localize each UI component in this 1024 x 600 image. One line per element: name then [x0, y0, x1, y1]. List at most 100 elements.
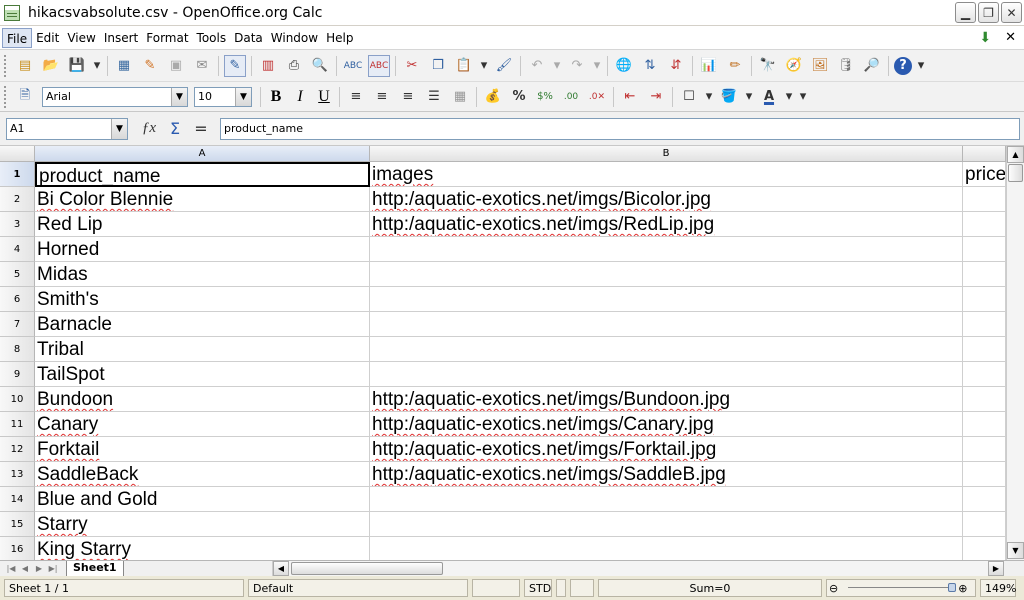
- cut-icon[interactable]: ✂: [401, 55, 423, 77]
- cell-a4[interactable]: Horned: [35, 237, 370, 262]
- currency-format-icon[interactable]: 💰: [482, 86, 504, 108]
- cell-c2[interactable]: [963, 187, 1006, 212]
- justify-icon[interactable]: ☰: [423, 86, 445, 108]
- chevron-down-icon[interactable]: ▼: [111, 118, 127, 139]
- cell-b9[interactable]: [370, 362, 963, 387]
- cell-a15[interactable]: Starry: [35, 512, 370, 537]
- cell-c6[interactable]: [963, 287, 1006, 312]
- cell-c1[interactable]: price: [963, 162, 1006, 187]
- styles-icon[interactable]: 🗎: [14, 86, 36, 108]
- navigator-icon[interactable]: 🧭: [783, 55, 805, 77]
- cell-b12[interactable]: http:/aquatic-exotics.net/imgs/Forktail.…: [370, 437, 963, 462]
- cell-b14[interactable]: [370, 487, 963, 512]
- cell-a6[interactable]: Smith's: [35, 287, 370, 312]
- percent-format-icon[interactable]: %: [508, 86, 530, 108]
- cell-c3[interactable]: [963, 212, 1006, 237]
- align-left-icon[interactable]: ≡: [345, 86, 367, 108]
- row-header[interactable]: 7: [0, 312, 35, 337]
- cell-a5[interactable]: Midas: [35, 262, 370, 287]
- autospellcheck-icon[interactable]: ABC: [368, 54, 390, 77]
- row-header[interactable]: 9: [0, 362, 35, 387]
- cell-b2[interactable]: http:/aquatic-exotics.net/imgs/Bicolor.j…: [370, 187, 963, 212]
- zoom-icon[interactable]: 🔎: [861, 55, 883, 77]
- delete-decimal-icon[interactable]: .0✕: [586, 86, 608, 108]
- cell-c10[interactable]: [963, 387, 1006, 412]
- menu-format[interactable]: Format: [142, 28, 192, 48]
- prev-sheet-icon[interactable]: ◀: [18, 562, 32, 576]
- undo-icon[interactable]: ↶: [526, 55, 548, 77]
- zoom-percentage[interactable]: 149%: [980, 579, 1016, 597]
- export-pdf-icon[interactable]: ▥: [257, 55, 279, 77]
- cell-c15[interactable]: [963, 512, 1006, 537]
- edit-file-icon[interactable]: ✎: [139, 55, 161, 77]
- sort-descending-icon[interactable]: ⇵: [665, 55, 687, 77]
- cell-a8[interactable]: Tribal: [35, 337, 370, 362]
- row-header[interactable]: 2: [0, 187, 35, 212]
- add-decimal-icon[interactable]: .00: [560, 86, 582, 108]
- decrease-indent-icon[interactable]: ⇤: [619, 86, 641, 108]
- cell-a11[interactable]: Canary: [35, 412, 370, 437]
- increase-indent-icon[interactable]: ⇥: [645, 86, 667, 108]
- menu-insert[interactable]: Insert: [100, 28, 142, 48]
- menu-window[interactable]: Window: [267, 28, 322, 48]
- zoom-out-icon[interactable]: ⊖: [829, 582, 838, 595]
- menu-data[interactable]: Data: [230, 28, 267, 48]
- cell-b8[interactable]: [370, 337, 963, 362]
- print-preview-icon[interactable]: 🔍: [309, 55, 331, 77]
- chart-icon[interactable]: 📊: [698, 55, 720, 77]
- spellcheck-icon[interactable]: ABC: [342, 55, 364, 77]
- new-document-icon[interactable]: ▤: [14, 55, 36, 77]
- row-header[interactable]: 1: [0, 162, 35, 187]
- cell-b5[interactable]: [370, 262, 963, 287]
- toolbar-more-icon[interactable]: ▾: [798, 86, 808, 108]
- print-icon[interactable]: ⎙: [283, 55, 305, 77]
- vertical-scrollbar[interactable]: ▲ ▼: [1006, 146, 1024, 560]
- chevron-down-icon[interactable]: ▼: [235, 87, 251, 106]
- find-replace-icon[interactable]: 🔭: [757, 55, 779, 77]
- table-icon[interactable]: ▦: [113, 55, 135, 77]
- last-sheet-icon[interactable]: ▶|: [46, 562, 60, 576]
- cell-b7[interactable]: [370, 312, 963, 337]
- function-icon[interactable]: =: [190, 118, 212, 140]
- align-right-icon[interactable]: ≡: [397, 86, 419, 108]
- borders-dropdown-icon[interactable]: ▾: [704, 86, 714, 108]
- background-dropdown-icon[interactable]: ▾: [744, 86, 754, 108]
- align-center-icon[interactable]: ≡: [371, 86, 393, 108]
- sum-icon[interactable]: Σ: [164, 118, 186, 140]
- row-header[interactable]: 10: [0, 387, 35, 412]
- data-sources-icon[interactable]: 🛢: [835, 55, 857, 77]
- menu-view[interactable]: View: [63, 28, 99, 48]
- column-header-a[interactable]: A: [35, 146, 370, 162]
- toolbar-grip[interactable]: [4, 54, 8, 77]
- cell-b6[interactable]: [370, 287, 963, 312]
- background-color-icon[interactable]: 🪣: [718, 86, 740, 108]
- draw-functions-icon[interactable]: ✏: [724, 55, 746, 77]
- borders-icon[interactable]: ☐: [678, 86, 700, 108]
- cell-b3[interactable]: http:/aquatic-exotics.net/imgs/RedLip.jp…: [370, 212, 963, 237]
- cell-b10[interactable]: http:/aquatic-exotics.net/imgs/Bundoon.j…: [370, 387, 963, 412]
- scroll-right-icon[interactable]: ▶: [988, 561, 1004, 576]
- horizontal-scrollbar[interactable]: ◀ ▶: [272, 561, 1004, 577]
- row-header[interactable]: 16: [0, 537, 35, 560]
- help-icon[interactable]: ?: [894, 56, 912, 75]
- open-folder-icon[interactable]: 📂: [40, 55, 62, 77]
- italic-button[interactable]: I: [289, 86, 311, 108]
- gallery-icon[interactable]: 🖼: [809, 55, 831, 77]
- cell-c7[interactable]: [963, 312, 1006, 337]
- bold-button[interactable]: B: [265, 86, 287, 108]
- cell-a3[interactable]: Red Lip: [35, 212, 370, 237]
- row-header[interactable]: 12: [0, 437, 35, 462]
- menu-file[interactable]: File: [2, 27, 33, 48]
- horizontal-scroll-thumb[interactable]: [291, 562, 443, 575]
- format-paintbrush-icon[interactable]: 🖌: [493, 55, 515, 77]
- email-icon[interactable]: ✉: [191, 55, 213, 77]
- zoom-in-icon[interactable]: ⊕: [958, 582, 967, 595]
- scroll-left-icon[interactable]: ◀: [273, 561, 289, 576]
- font-color-icon[interactable]: A: [758, 86, 780, 108]
- cell-b15[interactable]: [370, 512, 963, 537]
- close-button[interactable]: ✕: [1001, 2, 1022, 23]
- toolbar-grip[interactable]: [4, 85, 8, 108]
- copy-icon[interactable]: ❐: [427, 55, 449, 77]
- cell-c5[interactable]: [963, 262, 1006, 287]
- cell-c16[interactable]: [963, 537, 1006, 560]
